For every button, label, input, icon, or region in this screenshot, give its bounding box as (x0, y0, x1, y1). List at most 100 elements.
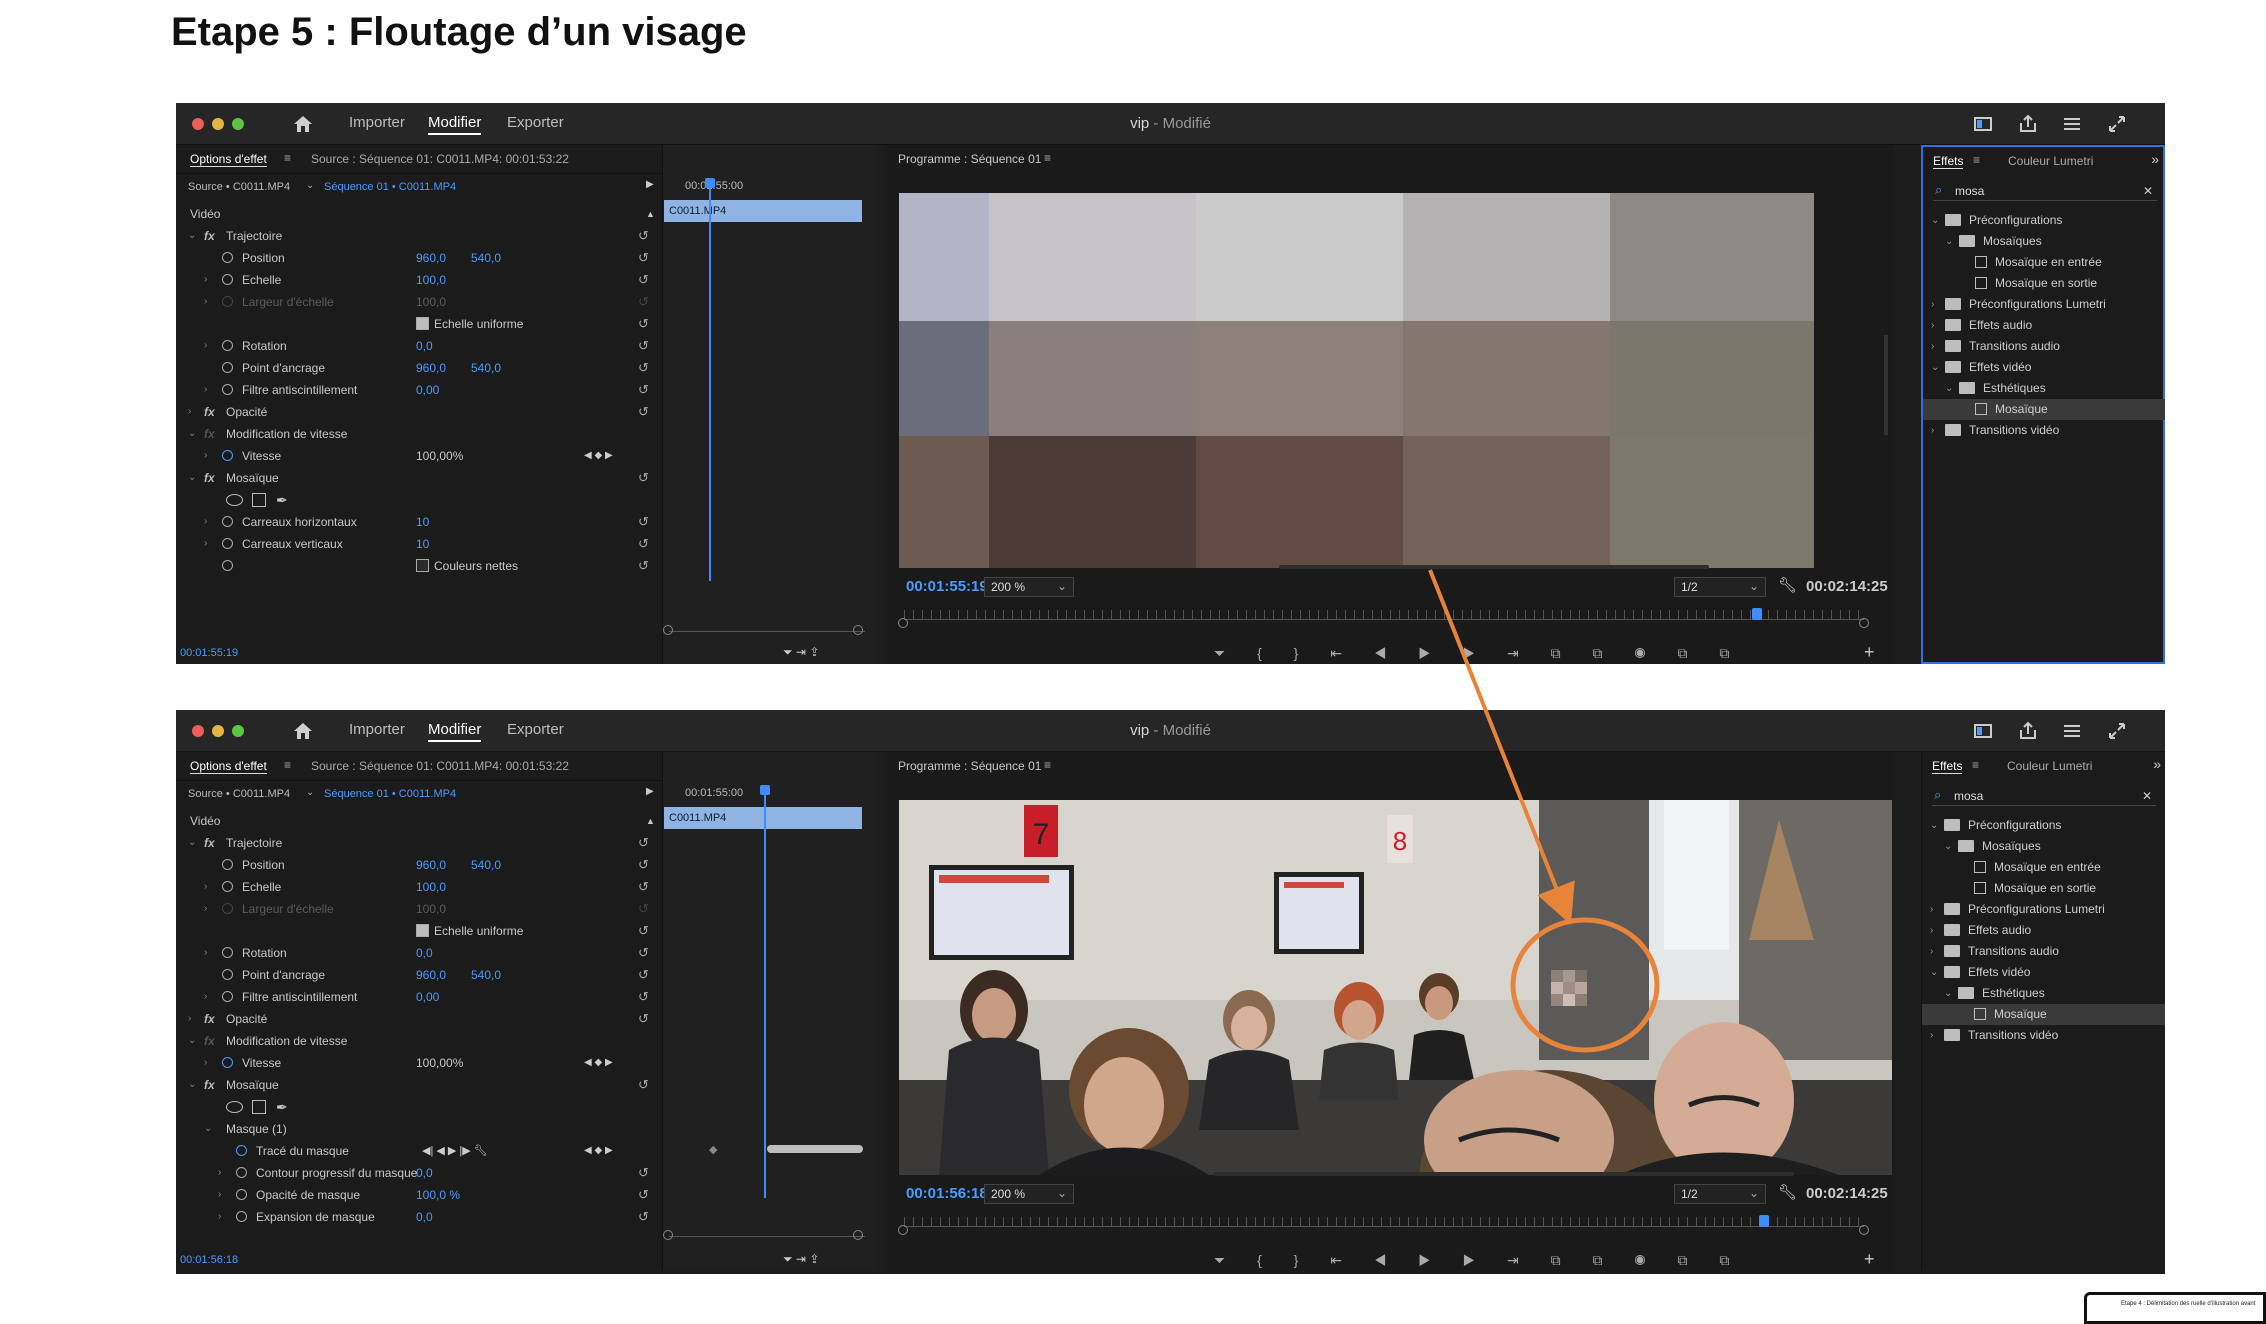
menu-icon[interactable]: ≡ (1972, 758, 1979, 772)
source-title: Source : Séquence 01: C0011.MP4: 00:01:5… (311, 759, 569, 773)
rectangle-mask-icon[interactable] (252, 493, 266, 507)
clear-search-icon[interactable]: ✕ (2142, 786, 2152, 806)
ellipse-mask-icon[interactable] (226, 1101, 243, 1113)
tab-effects[interactable]: Effets (1932, 759, 1963, 774)
time-ruler[interactable] (904, 1217, 1864, 1227)
source-select[interactable]: Source • C0011.MP4 (188, 788, 290, 800)
mosaic-tile (1610, 193, 1814, 321)
tree-item[interactable]: › Transitions vidéo (1923, 420, 2165, 441)
fullscreen-icon[interactable] (2106, 113, 2128, 135)
tree-item-selected[interactable]: Mosaïque (1922, 1004, 2165, 1025)
workspace-icon[interactable] (1972, 720, 1994, 742)
effects-panel: Effets ≡ Couleur Lumetri » ⌕ mosa ✕ ⌄ Préco… (1921, 752, 2165, 1271)
ellipse-mask-icon[interactable] (226, 494, 243, 506)
tab-lumetri[interactable]: Couleur Lumetri (2008, 154, 2093, 168)
wrench-icon[interactable]: 🔧︎ (1778, 1183, 1797, 1201)
share-icon[interactable] (2017, 720, 2039, 742)
effect-timeline[interactable]: 00:01:55:00 C0011.MP4 ⏷ ⇥ ⇪ (662, 145, 876, 664)
zoom-select[interactable]: 200 % ⌄ (984, 577, 1074, 597)
share-icon[interactable] (2017, 113, 2039, 135)
top-bar: Importer Modifier Exporter vip - Modifié (176, 710, 2165, 752)
wrench-icon[interactable]: 🔧︎ (1778, 576, 1797, 594)
effect-timeline[interactable]: 00:01:55:00 C0011.MP4 ◆ ⏷ ⇥ ⇪ (662, 752, 876, 1271)
tree-item[interactable]: ⌄ Esthétiques (1923, 378, 2165, 399)
menu-icon[interactable]: ≡ (1973, 153, 1980, 167)
resolution-select[interactable]: 1/2 ⌄ (1674, 577, 1766, 597)
mask-track-bar[interactable] (767, 1145, 863, 1153)
add-button[interactable]: + (1864, 1249, 1875, 1270)
sequence-link[interactable]: Séquence 01 • C0011.MP4 (324, 181, 456, 193)
chevron-down-icon[interactable]: ⌄ (306, 180, 314, 191)
tab-lumetri[interactable]: Couleur Lumetri (2007, 759, 2092, 773)
mask-track-controls[interactable]: ◀| ◀ ▶ |▶ 🔧︎ (422, 1140, 488, 1162)
horizontal-scrollbar[interactable] (1279, 565, 1709, 569)
keyframe-icon[interactable]: ◆ (709, 1143, 717, 1156)
tree-item[interactable]: ⌄ Effets vidéo (1922, 962, 2165, 983)
current-timecode[interactable]: 00:01:55:19 (906, 578, 988, 595)
clear-search-icon[interactable]: ✕ (2143, 181, 2153, 201)
program-playhead[interactable] (1752, 608, 1762, 620)
workspace-icon[interactable] (1972, 113, 1994, 135)
chevron-down-icon[interactable]: ⌄ (306, 787, 314, 798)
menu-icon[interactable]: ≡ (284, 758, 291, 772)
tree-item[interactable]: Mosaïque en sortie (1923, 273, 2165, 294)
tab-effect-options[interactable]: Options d'effet (190, 152, 267, 167)
clip-bar[interactable]: C0011.MP4 (664, 807, 862, 829)
tree-item[interactable]: ⌄ Esthétiques (1922, 983, 2165, 1004)
pen-icon[interactable]: ✒ (276, 1096, 288, 1118)
tree-item[interactable]: › Effets audio (1923, 315, 2165, 336)
play-only-icon[interactable]: ▶ (646, 786, 654, 797)
progress-icon[interactable] (2061, 113, 2083, 135)
playhead[interactable] (709, 181, 711, 581)
zoom-select[interactable]: 200 % ⌄ (984, 1184, 1074, 1204)
tree-item[interactable]: › Transitions audio (1922, 941, 2165, 962)
more-panels-icon[interactable]: » (2153, 756, 2161, 772)
play-only-icon[interactable]: ▶ (646, 179, 654, 190)
filter-icon[interactable]: ⏷ ⇥ ⇪ (783, 1252, 819, 1267)
video-frame-classroom[interactable]: 7 8 (899, 800, 1892, 1175)
transport-controls[interactable]: ⏷ { } ⇤ ◀ ▶ ▶ ⇥ ⧉ ⧉ ◉ ⧉ ⧉ (1214, 645, 1743, 662)
tab-effects[interactable]: Effets (1933, 154, 1964, 169)
sequence-link[interactable]: Séquence 01 • C0011.MP4 (324, 788, 456, 800)
transport-controls[interactable]: ⏷ { } ⇤ ◀ ▶ ▶ ⇥ ⧉ ⧉ ◉ ⧉ ⧉ (1214, 1252, 1743, 1269)
pen-icon[interactable]: ✒ (276, 489, 288, 511)
tree-item[interactable]: › Transitions audio (1923, 336, 2165, 357)
tree-item[interactable]: › Transitions vidéo (1922, 1025, 2165, 1046)
tab-effect-options[interactable]: Options d'effet (190, 759, 267, 774)
horizontal-scrollbar[interactable] (1214, 1172, 1794, 1176)
tree-item[interactable]: ⌄ Préconfigurations (1922, 815, 2165, 836)
more-panels-icon[interactable]: » (2151, 151, 2159, 167)
mosaic-tile (1610, 321, 1814, 436)
tree-item[interactable]: Mosaïque en sortie (1922, 878, 2165, 899)
time-ruler[interactable] (904, 610, 1864, 620)
tree-item[interactable]: ⌄ Mosaïques (1922, 836, 2165, 857)
tree-item[interactable]: Mosaïque en entrée (1923, 252, 2165, 273)
next-page-thumbnail[interactable]: Etape 4 : Délimitation des ruelle d’illu… (2084, 1292, 2266, 1324)
tree-item[interactable]: › Effets audio (1922, 920, 2165, 941)
tree-item[interactable]: › Préconfigurations Lumetri (1923, 294, 2165, 315)
current-timecode[interactable]: 00:01:56:18 (906, 1185, 988, 1202)
filter-icon[interactable]: ⏷ ⇥ ⇪ (783, 645, 819, 660)
tree-item[interactable]: ⌄ Préconfigurations (1923, 210, 2165, 231)
tree-item[interactable]: ⌄ Effets vidéo (1923, 357, 2165, 378)
rectangle-mask-icon[interactable] (252, 1100, 266, 1114)
tree-item[interactable]: › Préconfigurations Lumetri (1922, 899, 2165, 920)
fullscreen-icon[interactable] (2106, 720, 2128, 742)
program-playhead[interactable] (1759, 1215, 1769, 1227)
add-button[interactable]: + (1864, 642, 1875, 663)
menu-icon[interactable]: ≡ (1044, 151, 1051, 165)
playhead[interactable] (764, 788, 766, 1198)
clip-bar[interactable]: C0011.MP4 (664, 200, 862, 222)
menu-icon[interactable]: ≡ (1044, 758, 1051, 772)
menu-icon[interactable]: ≡ (284, 151, 291, 165)
resolution-select[interactable]: 1/2 ⌄ (1674, 1184, 1766, 1204)
effects-search-input[interactable]: ⌕ mosa ✕ (1933, 181, 2157, 201)
tree-item[interactable]: Mosaïque en entrée (1922, 857, 2165, 878)
vertical-scrollbar[interactable] (1884, 335, 1888, 435)
video-frame-mosaic[interactable] (899, 193, 1814, 568)
progress-icon[interactable] (2061, 720, 2083, 742)
tree-item[interactable]: ⌄ Mosaïques (1923, 231, 2165, 252)
source-select[interactable]: Source • C0011.MP4 (188, 181, 290, 193)
effects-search-input[interactable]: ⌕ mosa ✕ (1932, 786, 2156, 806)
tree-item-selected[interactable]: Mosaïque (1923, 399, 2165, 420)
